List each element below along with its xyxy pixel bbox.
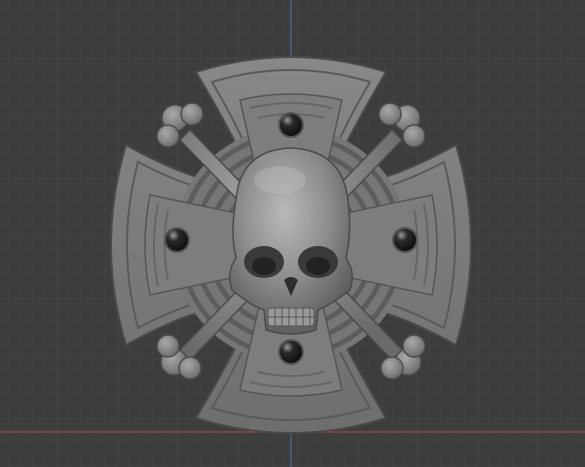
rivet-right (392, 227, 418, 253)
rivet-left (164, 227, 190, 253)
rivet-top (278, 112, 304, 138)
3d-viewport[interactable] (0, 0, 585, 467)
viewport-canvas[interactable] (0, 0, 585, 467)
rivet-bottom (278, 339, 304, 365)
